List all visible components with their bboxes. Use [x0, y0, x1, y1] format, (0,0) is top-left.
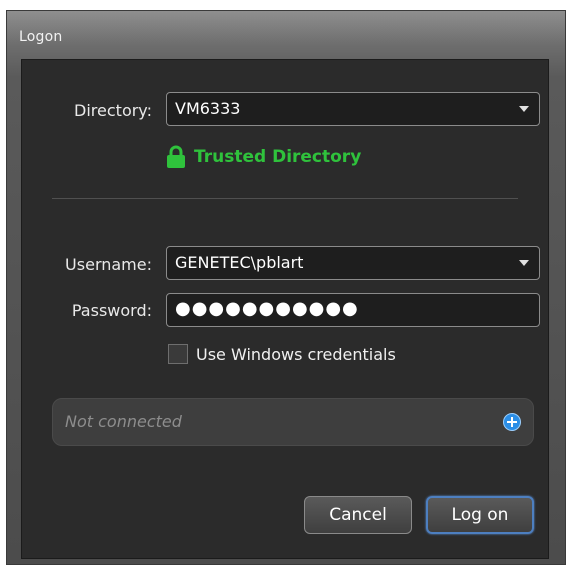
separator	[52, 198, 518, 199]
chevron-down-icon[interactable]	[519, 260, 529, 266]
trusted-directory-text: Trusted Directory	[194, 147, 362, 167]
trusted-directory-indicator: Trusted Directory	[166, 144, 361, 170]
use-windows-credentials-label[interactable]: Use Windows credentials	[196, 345, 396, 364]
use-windows-credentials-checkbox[interactable]	[168, 344, 188, 364]
username-label: Username:	[65, 255, 152, 274]
chevron-down-icon[interactable]	[519, 106, 529, 112]
logon-window: Logon Directory: VM6333 Trusted Director…	[6, 10, 566, 565]
logon-panel: Directory: VM6333 Trusted Directory User…	[21, 59, 549, 559]
plus-circle-icon[interactable]	[503, 413, 521, 431]
directory-dropdown[interactable]: VM6333	[166, 92, 540, 126]
logon-button[interactable]: Log on	[426, 496, 534, 534]
directory-value: VM6333	[175, 99, 241, 118]
password-field[interactable]: ●●●●●●●●●●●	[166, 293, 540, 327]
password-masked-value: ●●●●●●●●●●●	[175, 298, 359, 319]
lock-icon	[167, 145, 185, 168]
use-windows-credentials-row[interactable]: Use Windows credentials	[168, 344, 396, 364]
password-label: Password:	[71, 301, 152, 320]
window-title: Logon	[19, 29, 63, 45]
connection-status-bar: Not connected	[52, 398, 534, 446]
username-combobox[interactable]: GENETEC\pblart	[166, 246, 540, 280]
connection-status-text: Not connected	[65, 412, 182, 431]
directory-label: Directory:	[74, 101, 152, 120]
username-value: GENETEC\pblart	[175, 253, 304, 272]
cancel-button[interactable]: Cancel	[304, 496, 412, 534]
